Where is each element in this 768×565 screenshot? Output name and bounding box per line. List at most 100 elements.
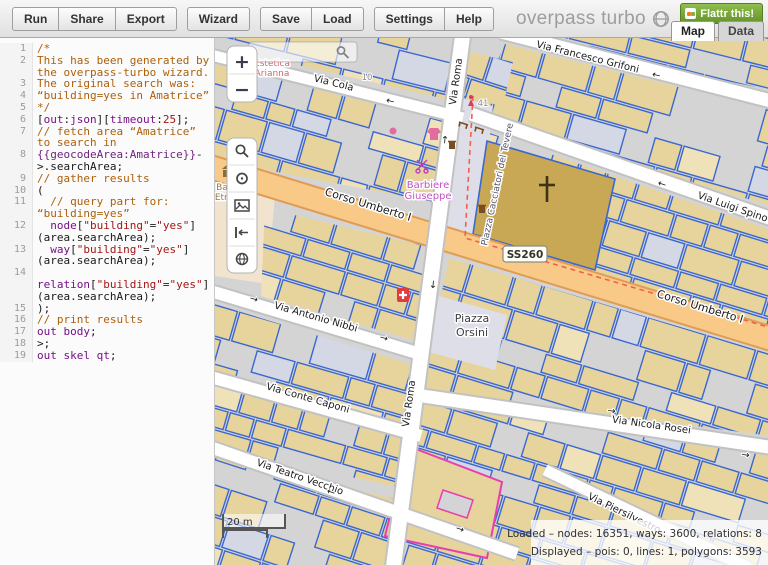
house-number-41: 41 <box>478 99 489 109</box>
line-number: 14 <box>0 267 33 279</box>
poi-label-estetica-2: Arianna <box>255 69 290 79</box>
line-number: 5 <box>0 102 33 114</box>
waste-basket-icon <box>478 206 486 214</box>
toolbar-group: Wizard <box>187 7 250 31</box>
line-number: 11 <box>0 196 33 208</box>
editor-row: 9 // gather results <box>0 173 214 185</box>
line-number <box>0 208 33 220</box>
zoom-in-button[interactable]: + <box>234 51 250 73</box>
toolbar-button-groups: RunShareExport Wizard SaveLoad SettingsHelp <box>12 7 504 31</box>
code-line: // gather results <box>33 173 150 185</box>
map-canvas[interactable]: Via ColaVia Francesco GrifoniVia Luigi S… <box>215 38 768 565</box>
toolbar-button-run[interactable]: Run <box>12 7 59 31</box>
code-line: (area.searchArea); <box>33 291 156 303</box>
line-number: 3 <box>0 78 33 90</box>
code-token: “building=yes in Amatrice” <box>37 89 209 102</box>
toolbar-button-wizard[interactable]: Wizard <box>187 7 250 31</box>
toolbar-button-save[interactable]: Save <box>260 7 312 31</box>
code-token: ] <box>189 219 196 232</box>
line-number: 4 <box>0 90 33 102</box>
editor-row: 19out skel qt; <box>0 350 214 362</box>
code-token: ; <box>110 349 117 362</box>
code-token: qt <box>97 349 110 362</box>
code-token: (area.searchArea); <box>37 290 156 303</box>
code-line: (area.searchArea); <box>33 255 156 267</box>
map-search-control[interactable] <box>249 42 357 62</box>
editor-row: 16// print results <box>0 314 214 326</box>
stats-panel <box>531 520 768 565</box>
toolbar-button-load[interactable]: Load <box>311 7 364 31</box>
toolbar: RunShareExport Wizard SaveLoad SettingsHelp… <box>0 0 768 38</box>
line-number: 7 <box>0 126 33 138</box>
line-number: 19 <box>0 350 33 362</box>
scale-label: 20 m <box>227 517 253 528</box>
line-number: 6 <box>0 114 33 126</box>
code-token: out <box>37 349 57 362</box>
code-token: "yes" <box>169 278 202 291</box>
toolbar-group: SaveLoad <box>260 7 364 31</box>
beauty-shop-icon <box>390 128 397 135</box>
code-line: “building=yes in Amatrice” <box>33 90 209 102</box>
toolbar-button-help[interactable]: Help <box>444 7 494 31</box>
code-token <box>57 325 64 338</box>
stats-displayed: Displayed – pois: 0, lines: 1, polygons:… <box>531 546 762 558</box>
line-number: 1 <box>0 43 33 55</box>
code-token: - <box>196 148 203 161</box>
tab-data[interactable]: Data <box>718 21 764 41</box>
code-token: ] <box>183 243 190 256</box>
poi-label-orsini-2: Orsini <box>456 326 488 339</box>
poi-label-barbiere-1: Barbiere <box>407 180 449 191</box>
line-number: 16 <box>0 314 33 326</box>
line-number: 13 <box>0 244 33 256</box>
line-number: 12 <box>0 220 33 232</box>
poi-label-barbiere-2: Giuseppe <box>404 191 451 202</box>
line-number: 17 <box>0 326 33 338</box>
search-input[interactable] <box>249 42 357 62</box>
toolbar-button-share[interactable]: Share <box>58 7 115 31</box>
editor-row: 17out body; <box>0 326 214 338</box>
code-token: // gather results <box>37 172 150 185</box>
pharmacy-icon <box>397 288 409 302</box>
app-title: overpass turbo <box>516 8 670 30</box>
flattr-label: Flattr this! <box>700 8 754 20</box>
oneway-arrow-icon: → <box>606 405 616 417</box>
line-number: 9 <box>0 173 33 185</box>
code-token: body <box>64 325 91 338</box>
line-number: 15 <box>0 303 33 315</box>
poi-label-orsini-1: Piazza <box>455 312 489 325</box>
view-tabs: Map Data <box>671 21 764 41</box>
zoom-out-button[interactable]: − <box>234 79 250 101</box>
line-number: 8 <box>0 149 33 161</box>
line-number: 2 <box>0 55 33 67</box>
road-ref-badge-label: SS260 <box>507 249 544 261</box>
line-number <box>0 137 33 149</box>
toolbar-button-export[interactable]: Export <box>115 7 177 31</box>
code-token: ; <box>90 325 97 338</box>
line-number: 18 <box>0 338 33 350</box>
line-number <box>0 161 33 173</box>
line-number <box>0 67 33 79</box>
waste-basket-icon <box>448 142 456 150</box>
app-title-text: overpass turbo <box>516 8 646 30</box>
tab-map[interactable]: Map <box>671 21 715 41</box>
toolbar-group: SettingsHelp <box>374 7 494 31</box>
oneway-arrow-icon: → <box>740 449 750 461</box>
overpass-turbo-window: { "toolbar": { "groups": [["Run","Share"… <box>0 0 768 565</box>
code-token: "yes" <box>156 219 189 232</box>
toolbar-button-settings[interactable]: Settings <box>374 7 445 31</box>
code-token: ] <box>203 278 210 291</box>
line-number <box>0 255 33 267</box>
house-number-10: 10 <box>362 73 373 83</box>
oneway-arrow-icon: → <box>427 280 439 289</box>
line-number <box>0 291 33 303</box>
editor-row: (area.searchArea); <box>0 291 214 303</box>
query-editor[interactable]: 1/*2This has been generated bythe overpa… <box>0 38 215 565</box>
toolbar-group: RunShareExport <box>12 7 177 31</box>
stats-loaded: Loaded – nodes: 16351, ways: 3600, relat… <box>507 528 762 540</box>
editor-row: (area.searchArea); <box>0 255 214 267</box>
code-line: out skel qt; <box>33 350 117 362</box>
code-token <box>57 349 64 362</box>
map-svg[interactable]: Via ColaVia Francesco GrifoniVia Luigi S… <box>215 38 768 565</box>
line-number <box>0 232 33 244</box>
editor-row: 4 “building=yes in Amatrice” <box>0 90 214 102</box>
